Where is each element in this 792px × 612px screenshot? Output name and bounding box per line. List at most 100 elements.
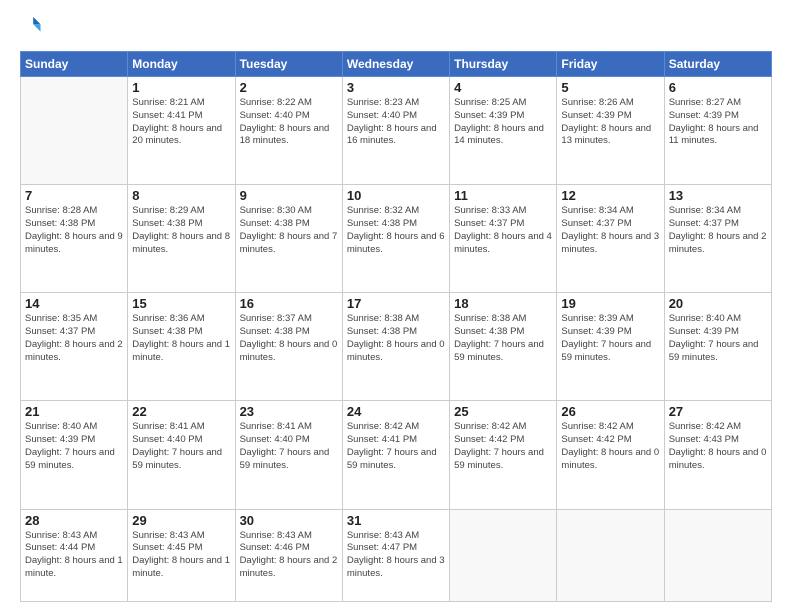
- page: SundayMondayTuesdayWednesdayThursdayFrid…: [0, 0, 792, 612]
- calendar-cell: 13 Sunrise: 8:34 AMSunset: 4:37 PMDayligh…: [664, 185, 771, 293]
- calendar-cell: 26 Sunrise: 8:42 AMSunset: 4:42 PMDayligh…: [557, 401, 664, 509]
- day-info: Sunrise: 8:21 AMSunset: 4:41 PMDaylight:…: [132, 97, 230, 148]
- weekday-header: Tuesday: [235, 52, 342, 77]
- day-info: Sunrise: 8:23 AMSunset: 4:40 PMDaylight:…: [347, 97, 445, 148]
- calendar-week-row: 14 Sunrise: 8:35 AMSunset: 4:37 PMDayligh…: [21, 293, 772, 401]
- day-number: 11: [454, 188, 552, 203]
- calendar-cell: 28 Sunrise: 8:43 AMSunset: 4:44 PMDayligh…: [21, 509, 128, 602]
- day-info: Sunrise: 8:30 AMSunset: 4:38 PMDaylight:…: [240, 205, 338, 256]
- calendar-cell: 5 Sunrise: 8:26 AMSunset: 4:39 PMDaylight…: [557, 77, 664, 185]
- day-number: 10: [347, 188, 445, 203]
- calendar-cell: 22 Sunrise: 8:41 AMSunset: 4:40 PMDayligh…: [128, 401, 235, 509]
- day-number: 8: [132, 188, 230, 203]
- day-number: 31: [347, 513, 445, 528]
- calendar-cell: 7 Sunrise: 8:28 AMSunset: 4:38 PMDaylight…: [21, 185, 128, 293]
- day-number: 2: [240, 80, 338, 95]
- day-info: Sunrise: 8:28 AMSunset: 4:38 PMDaylight:…: [25, 205, 123, 256]
- calendar-cell: 23 Sunrise: 8:41 AMSunset: 4:40 PMDayligh…: [235, 401, 342, 509]
- calendar-cell: 15 Sunrise: 8:36 AMSunset: 4:38 PMDayligh…: [128, 293, 235, 401]
- day-info: Sunrise: 8:41 AMSunset: 4:40 PMDaylight:…: [240, 421, 338, 472]
- calendar-cell: 17 Sunrise: 8:38 AMSunset: 4:38 PMDayligh…: [342, 293, 449, 401]
- day-number: 25: [454, 404, 552, 419]
- weekday-header: Sunday: [21, 52, 128, 77]
- day-info: Sunrise: 8:32 AMSunset: 4:38 PMDaylight:…: [347, 205, 445, 256]
- calendar-cell: 6Sunrise: 8:27 AMSunset: 4:39 PMDaylight…: [664, 77, 771, 185]
- day-info: Sunrise: 8:26 AMSunset: 4:39 PMDaylight:…: [561, 97, 659, 148]
- day-info: Sunrise: 8:40 AMSunset: 4:39 PMDaylight:…: [669, 313, 767, 364]
- day-info: Sunrise: 8:34 AMSunset: 4:37 PMDaylight:…: [561, 205, 659, 256]
- calendar-cell: 27Sunrise: 8:42 AMSunset: 4:43 PMDayligh…: [664, 401, 771, 509]
- calendar-header-row: SundayMondayTuesdayWednesdayThursdayFrid…: [21, 52, 772, 77]
- weekday-header: Thursday: [450, 52, 557, 77]
- calendar-cell: 20 Sunrise: 8:40 AMSunset: 4:39 PMDayligh…: [664, 293, 771, 401]
- day-info: Sunrise: 8:43 AMSunset: 4:44 PMDaylight:…: [25, 530, 123, 581]
- day-info: Sunrise: 8:35 AMSunset: 4:37 PMDaylight:…: [25, 313, 123, 364]
- day-info: Sunrise: 8:41 AMSunset: 4:40 PMDaylight:…: [132, 421, 230, 472]
- day-info: Sunrise: 8:29 AMSunset: 4:38 PMDaylight:…: [132, 205, 230, 256]
- day-number: 24: [347, 404, 445, 419]
- day-info: Sunrise: 8:42 AMSunset: 4:41 PMDaylight:…: [347, 421, 445, 472]
- day-number: 22: [132, 404, 230, 419]
- day-info: Sunrise: 8:42 AMSunset: 4:43 PMDaylight:…: [669, 421, 767, 472]
- day-number: 23: [240, 404, 338, 419]
- day-number: 20: [669, 296, 767, 311]
- calendar-cell: 11 Sunrise: 8:33 AMSunset: 4:37 PMDayligh…: [450, 185, 557, 293]
- day-info: Sunrise: 8:40 AMSunset: 4:39 PMDaylight:…: [25, 421, 123, 472]
- day-number: 14: [25, 296, 123, 311]
- logo-icon: [20, 14, 42, 36]
- day-number: 13: [669, 188, 767, 203]
- calendar-cell: 4Sunrise: 8:25 AMSunset: 4:39 PMDaylight…: [450, 77, 557, 185]
- calendar-cell: 30 Sunrise: 8:43 AMSunset: 4:46 PMDayligh…: [235, 509, 342, 602]
- weekday-header: Monday: [128, 52, 235, 77]
- day-number: 15: [132, 296, 230, 311]
- day-info: Sunrise: 8:39 AMSunset: 4:39 PMDaylight:…: [561, 313, 659, 364]
- calendar-cell: 14 Sunrise: 8:35 AMSunset: 4:37 PMDayligh…: [21, 293, 128, 401]
- weekday-header: Saturday: [664, 52, 771, 77]
- weekday-header: Friday: [557, 52, 664, 77]
- calendar-cell: 12 Sunrise: 8:34 AMSunset: 4:37 PMDayligh…: [557, 185, 664, 293]
- calendar-cell: 16Sunrise: 8:37 AMSunset: 4:38 PMDayligh…: [235, 293, 342, 401]
- day-info: Sunrise: 8:27 AMSunset: 4:39 PMDaylight:…: [669, 97, 767, 148]
- calendar-cell: 31Sunrise: 8:43 AMSunset: 4:47 PMDayligh…: [342, 509, 449, 602]
- calendar-cell: [664, 509, 771, 602]
- day-info: Sunrise: 8:37 AMSunset: 4:38 PMDaylight:…: [240, 313, 338, 364]
- day-number: 21: [25, 404, 123, 419]
- calendar-cell: [21, 77, 128, 185]
- logo: [20, 18, 44, 41]
- day-info: Sunrise: 8:38 AMSunset: 4:38 PMDaylight:…: [347, 313, 445, 364]
- calendar-week-row: 21 Sunrise: 8:40 AMSunset: 4:39 PMDayligh…: [21, 401, 772, 509]
- day-info: Sunrise: 8:33 AMSunset: 4:37 PMDaylight:…: [454, 205, 552, 256]
- day-info: Sunrise: 8:42 AMSunset: 4:42 PMDaylight:…: [454, 421, 552, 472]
- day-number: 12: [561, 188, 659, 203]
- day-number: 7: [25, 188, 123, 203]
- calendar-cell: 8 Sunrise: 8:29 AMSunset: 4:38 PMDaylight…: [128, 185, 235, 293]
- day-info: Sunrise: 8:43 AMSunset: 4:46 PMDaylight:…: [240, 530, 338, 581]
- calendar-cell: 10 Sunrise: 8:32 AMSunset: 4:38 PMDayligh…: [342, 185, 449, 293]
- day-info: Sunrise: 8:36 AMSunset: 4:38 PMDaylight:…: [132, 313, 230, 364]
- day-number: 17: [347, 296, 445, 311]
- calendar-cell: 24 Sunrise: 8:42 AMSunset: 4:41 PMDayligh…: [342, 401, 449, 509]
- day-info: Sunrise: 8:22 AMSunset: 4:40 PMDaylight:…: [240, 97, 338, 148]
- day-number: 3: [347, 80, 445, 95]
- calendar-week-row: 7 Sunrise: 8:28 AMSunset: 4:38 PMDaylight…: [21, 185, 772, 293]
- day-info: Sunrise: 8:34 AMSunset: 4:37 PMDaylight:…: [669, 205, 767, 256]
- calendar-cell: 3 Sunrise: 8:23 AMSunset: 4:40 PMDaylight…: [342, 77, 449, 185]
- calendar-week-row: 1 Sunrise: 8:21 AMSunset: 4:41 PMDaylight…: [21, 77, 772, 185]
- calendar-week-row: 28 Sunrise: 8:43 AMSunset: 4:44 PMDayligh…: [21, 509, 772, 602]
- day-number: 1: [132, 80, 230, 95]
- day-number: 26: [561, 404, 659, 419]
- calendar-cell: 25 Sunrise: 8:42 AMSunset: 4:42 PMDayligh…: [450, 401, 557, 509]
- day-number: 19: [561, 296, 659, 311]
- calendar-cell: 19 Sunrise: 8:39 AMSunset: 4:39 PMDayligh…: [557, 293, 664, 401]
- day-number: 29: [132, 513, 230, 528]
- day-number: 30: [240, 513, 338, 528]
- day-info: Sunrise: 8:43 AMSunset: 4:45 PMDaylight:…: [132, 530, 230, 581]
- weekday-header: Wednesday: [342, 52, 449, 77]
- day-number: 18: [454, 296, 552, 311]
- day-number: 4: [454, 80, 552, 95]
- calendar-cell: 1 Sunrise: 8:21 AMSunset: 4:41 PMDaylight…: [128, 77, 235, 185]
- day-info: Sunrise: 8:42 AMSunset: 4:42 PMDaylight:…: [561, 421, 659, 472]
- day-number: 5: [561, 80, 659, 95]
- day-info: Sunrise: 8:38 AMSunset: 4:38 PMDaylight:…: [454, 313, 552, 364]
- day-number: 28: [25, 513, 123, 528]
